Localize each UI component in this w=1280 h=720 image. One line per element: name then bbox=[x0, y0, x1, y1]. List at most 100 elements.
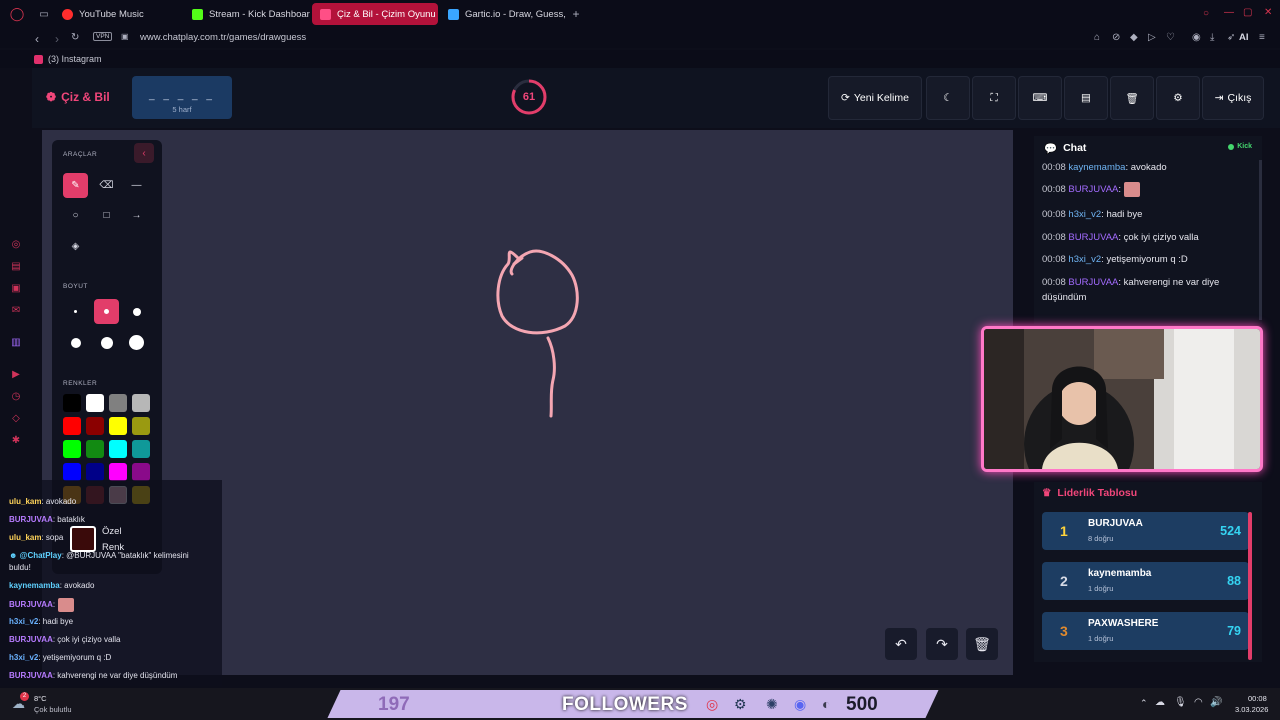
color-swatch[interactable] bbox=[132, 417, 150, 435]
menu-icon[interactable]: ≡ bbox=[1259, 32, 1265, 43]
shield-icon[interactable]: ◆ bbox=[1130, 32, 1138, 43]
history-icon[interactable]: ◷ bbox=[10, 390, 22, 402]
tab-ciz-bil[interactable]: Çiz & Bil - Çizim Oyunu bbox=[312, 3, 438, 25]
messenger-icon[interactable]: ▣ bbox=[10, 282, 22, 294]
color-swatch[interactable] bbox=[86, 417, 104, 435]
clock-time[interactable]: 00:08 bbox=[1248, 694, 1267, 703]
size-1-button[interactable] bbox=[63, 299, 88, 324]
chat-text: : avokado bbox=[1125, 162, 1167, 173]
line-tool-button[interactable]: — bbox=[124, 173, 149, 198]
obs-taskbar-icon[interactable]: ✺ bbox=[766, 696, 778, 713]
maximize-icon[interactable]: ▢ bbox=[1243, 7, 1252, 18]
snapshot-icon[interactable]: ⌂ bbox=[1094, 32, 1100, 43]
steam-taskbar-icon[interactable]: ⚙ bbox=[734, 696, 747, 713]
exit-button[interactable]: ⇥ Çıkış bbox=[1202, 76, 1264, 120]
forward-icon[interactable]: › bbox=[55, 32, 59, 46]
undo-button[interactable]: ↶ bbox=[885, 628, 917, 660]
new-word-button[interactable]: ⟳ Yeni Kelime bbox=[828, 76, 922, 120]
clock-date[interactable]: 3.03.2026 bbox=[1235, 705, 1268, 714]
color-swatch[interactable] bbox=[109, 394, 127, 412]
tab-label: Stream - Kick Dashboard bbox=[209, 8, 310, 20]
mail-icon[interactable]: ✉ bbox=[10, 304, 22, 316]
weather-desc[interactable]: Çok bulutlu bbox=[34, 705, 72, 714]
chrome-taskbar-icon[interactable]: ◎ bbox=[706, 696, 718, 713]
arrow-tool-button[interactable]: → bbox=[124, 203, 149, 228]
send-icon[interactable]: ➶ bbox=[1227, 32, 1235, 43]
aria-icon[interactable]: ◎ bbox=[10, 238, 22, 250]
twitch-icon[interactable]: ▥ bbox=[10, 336, 22, 348]
tab-youtube-music[interactable]: YouTube Music bbox=[54, 3, 182, 25]
rectangle-tool-button[interactable]: □ bbox=[94, 203, 119, 228]
color-swatch[interactable] bbox=[86, 463, 104, 481]
opera-logo-icon[interactable]: ◯ bbox=[0, 6, 34, 22]
leaderboard-scrollbar[interactable] bbox=[1248, 512, 1252, 660]
tab-gartic[interactable]: Gartic.io - Draw, Guess, W bbox=[440, 3, 566, 25]
fullscreen-button[interactable]: ⛶ bbox=[972, 76, 1016, 120]
leaderboard-name: BURJUVAA bbox=[1088, 518, 1143, 529]
minimize-icon[interactable]: — bbox=[1224, 7, 1234, 18]
heart-icon[interactable]: ♡ bbox=[1166, 32, 1175, 43]
color-swatch[interactable] bbox=[86, 394, 104, 412]
weather-temp[interactable]: 8°C bbox=[34, 694, 47, 703]
dark-mode-button[interactable]: ☾ bbox=[926, 76, 970, 120]
size-4-button[interactable] bbox=[63, 330, 88, 355]
custom-color-swatch[interactable] bbox=[70, 526, 96, 552]
reload-icon[interactable]: ↻ bbox=[71, 32, 79, 43]
discord-taskbar-icon[interactable]: ◉ bbox=[794, 696, 806, 713]
color-swatch[interactable] bbox=[63, 394, 81, 412]
account-icon[interactable]: ◉ bbox=[1192, 32, 1201, 43]
play-icon[interactable]: ▷ bbox=[1148, 32, 1156, 43]
color-swatch[interactable] bbox=[132, 394, 150, 412]
color-swatch[interactable] bbox=[63, 417, 81, 435]
custom-color-picker[interactable]: Özel Renk bbox=[70, 526, 162, 556]
followers-goal: 500 bbox=[846, 694, 878, 715]
briefcase-icon[interactable]: ▤ bbox=[10, 260, 22, 272]
color-swatch[interactable] bbox=[109, 440, 127, 458]
tab-kick-dashboard[interactable]: Stream - Kick Dashboard bbox=[184, 3, 310, 25]
microphone-icon[interactable]: 🎙 bbox=[1174, 697, 1187, 708]
size-3-button[interactable] bbox=[124, 299, 149, 324]
wifi-icon[interactable]: ◠ bbox=[1194, 697, 1203, 708]
archive-button[interactable]: ▤ bbox=[1064, 76, 1108, 120]
settings-sidebar-icon[interactable]: ✱ bbox=[10, 434, 22, 446]
color-swatch[interactable] bbox=[63, 463, 81, 481]
app-taskbar-icon[interactable]: ◐ bbox=[822, 696, 830, 712]
color-swatch[interactable] bbox=[132, 463, 150, 481]
color-swatch[interactable] bbox=[109, 417, 127, 435]
player-icon[interactable]: ▶ bbox=[10, 368, 22, 380]
adblock-icon[interactable]: ⊘ bbox=[1112, 32, 1120, 43]
url-field[interactable]: www.chatplay.com.tr/games/drawguess bbox=[140, 32, 306, 43]
network-icon[interactable]: ☁ bbox=[1155, 697, 1165, 708]
color-swatch[interactable] bbox=[132, 440, 150, 458]
close-window-icon[interactable]: ✕ bbox=[1264, 7, 1272, 18]
back-icon[interactable]: ‹ bbox=[35, 32, 39, 46]
speaker-icon[interactable]: 🔊 bbox=[1210, 697, 1222, 708]
chat-scrollbar[interactable] bbox=[1259, 160, 1262, 320]
ai-button[interactable]: AI bbox=[1239, 32, 1249, 43]
size-6-button[interactable] bbox=[124, 330, 149, 355]
new-tab-icon[interactable]: + bbox=[568, 7, 584, 21]
clear-canvas-button[interactable]: 🗑 bbox=[966, 628, 998, 660]
download-icon[interactable]: ⤓ bbox=[1210, 32, 1214, 43]
color-swatch[interactable] bbox=[109, 463, 127, 481]
game-logo[interactable]: ❁ Çiz & Bil bbox=[46, 90, 110, 104]
eraser-tool-button[interactable]: ⌫ bbox=[94, 173, 119, 198]
fill-tool-button[interactable]: ◈ bbox=[63, 234, 88, 259]
size-5-button[interactable] bbox=[94, 330, 119, 355]
size-2-button[interactable] bbox=[94, 299, 119, 324]
keyboard-button[interactable]: ⌨ bbox=[1018, 76, 1062, 120]
workspaces-icon[interactable]: ▭ bbox=[34, 9, 54, 20]
search-tabs-icon[interactable]: ○ bbox=[1203, 8, 1209, 19]
settings-button[interactable]: ⚙ bbox=[1156, 76, 1200, 120]
color-swatch[interactable] bbox=[86, 440, 104, 458]
bookmark-instagram[interactable]: (3) Instagram bbox=[48, 54, 102, 64]
show-hidden-icons[interactable]: ⌃ bbox=[1140, 698, 1148, 709]
brush-tool-button[interactable]: ✎ bbox=[63, 173, 88, 198]
pinboard-icon[interactable]: ◇ bbox=[10, 412, 22, 424]
redo-button[interactable]: ↷ bbox=[926, 628, 958, 660]
circle-tool-button[interactable]: ○ bbox=[63, 203, 88, 228]
vpn-badge[interactable]: VPN bbox=[93, 32, 113, 41]
collapse-panel-button[interactable]: ‹ bbox=[134, 143, 154, 163]
color-swatch[interactable] bbox=[63, 440, 81, 458]
delete-button[interactable]: 🗑 bbox=[1110, 76, 1154, 120]
